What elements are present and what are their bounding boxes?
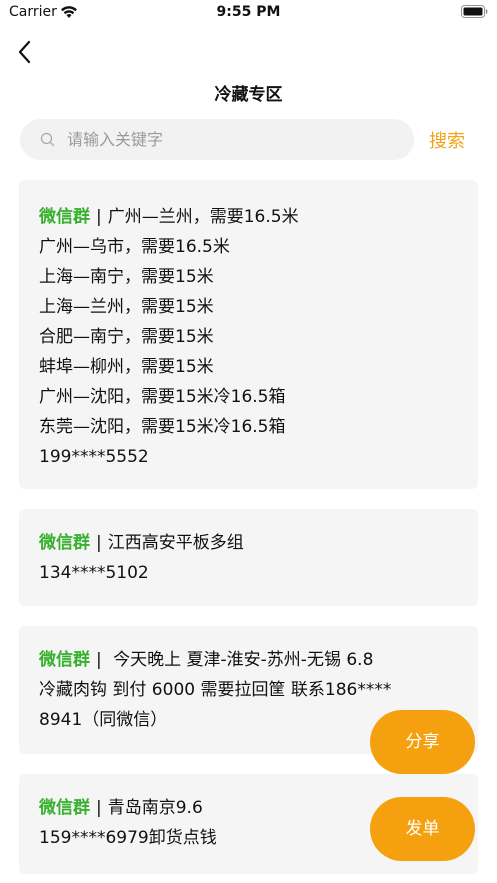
source-label: 微信群 — [39, 798, 90, 818]
card-first-line: 微信群 | 广州—兰州，需要16.5米 — [39, 202, 458, 232]
search-button[interactable]: 搜索 — [429, 127, 465, 153]
card-text: 广州—沈阳，需要15米冷16.5箱 — [39, 387, 286, 407]
share-button[interactable]: 分享 — [370, 710, 475, 774]
separator: | — [96, 533, 102, 553]
source-label: 微信群 — [39, 650, 90, 670]
card-text: 江西高安平板多组 — [107, 533, 244, 553]
card-text: 蚌埠—柳州，需要15米 — [39, 357, 214, 377]
separator: | — [96, 207, 102, 227]
list-item[interactable]: 微信群 | 江西高安平板多组 134****5102 — [19, 509, 478, 606]
card-text: 上海—南宁，需要15米 — [39, 267, 214, 287]
card-text: 青岛南京9.6 — [107, 798, 203, 818]
card-text: 广州—兰州，需要16.5米 — [107, 207, 299, 227]
search-input[interactable] — [67, 119, 397, 160]
page-title: 冷藏专区 — [214, 85, 283, 105]
search-icon — [40, 132, 55, 147]
clock: 9:55 PM — [216, 4, 281, 20]
card-text: 今天晚上 夏津-淮安-苏州-无锡 6.8 — [107, 650, 374, 670]
card-text: 合肥—南宁，需要15米 — [39, 327, 214, 347]
phone-number: 134****5102 — [39, 563, 149, 583]
card-text: 冷藏肉钩 到付 6000 需要拉回筐 联系186**** — [39, 680, 392, 700]
battery-icon — [461, 5, 488, 18]
source-label: 微信群 — [39, 533, 90, 553]
status-bar: Carrier 9:55 PM — [0, 0, 497, 26]
card-first-line: 微信群 | 江西高安平板多组 — [39, 528, 458, 558]
search-bar — [20, 119, 414, 160]
card-text: 上海—兰州，需要15米 — [39, 297, 214, 317]
phone-number: 199****5552 — [39, 447, 149, 467]
separator: | — [96, 798, 102, 818]
post-order-button[interactable]: 发单 — [370, 797, 475, 861]
card-text: 广州—乌市，需要16.5米 — [39, 237, 230, 257]
chevron-left-icon[interactable] — [14, 38, 36, 66]
source-label: 微信群 — [39, 207, 90, 227]
card-text: 东莞—沈阳，需要15米冷16.5箱 — [39, 417, 286, 437]
card-first-line: 微信群 | 今天晚上 夏津-淮安-苏州-无锡 6.8 — [39, 645, 458, 675]
list-item[interactable]: 微信群 | 广州—兰州，需要16.5米 广州—乌市，需要16.5米 上海—南宁，需要… — [19, 180, 478, 489]
separator: | — [96, 650, 102, 670]
